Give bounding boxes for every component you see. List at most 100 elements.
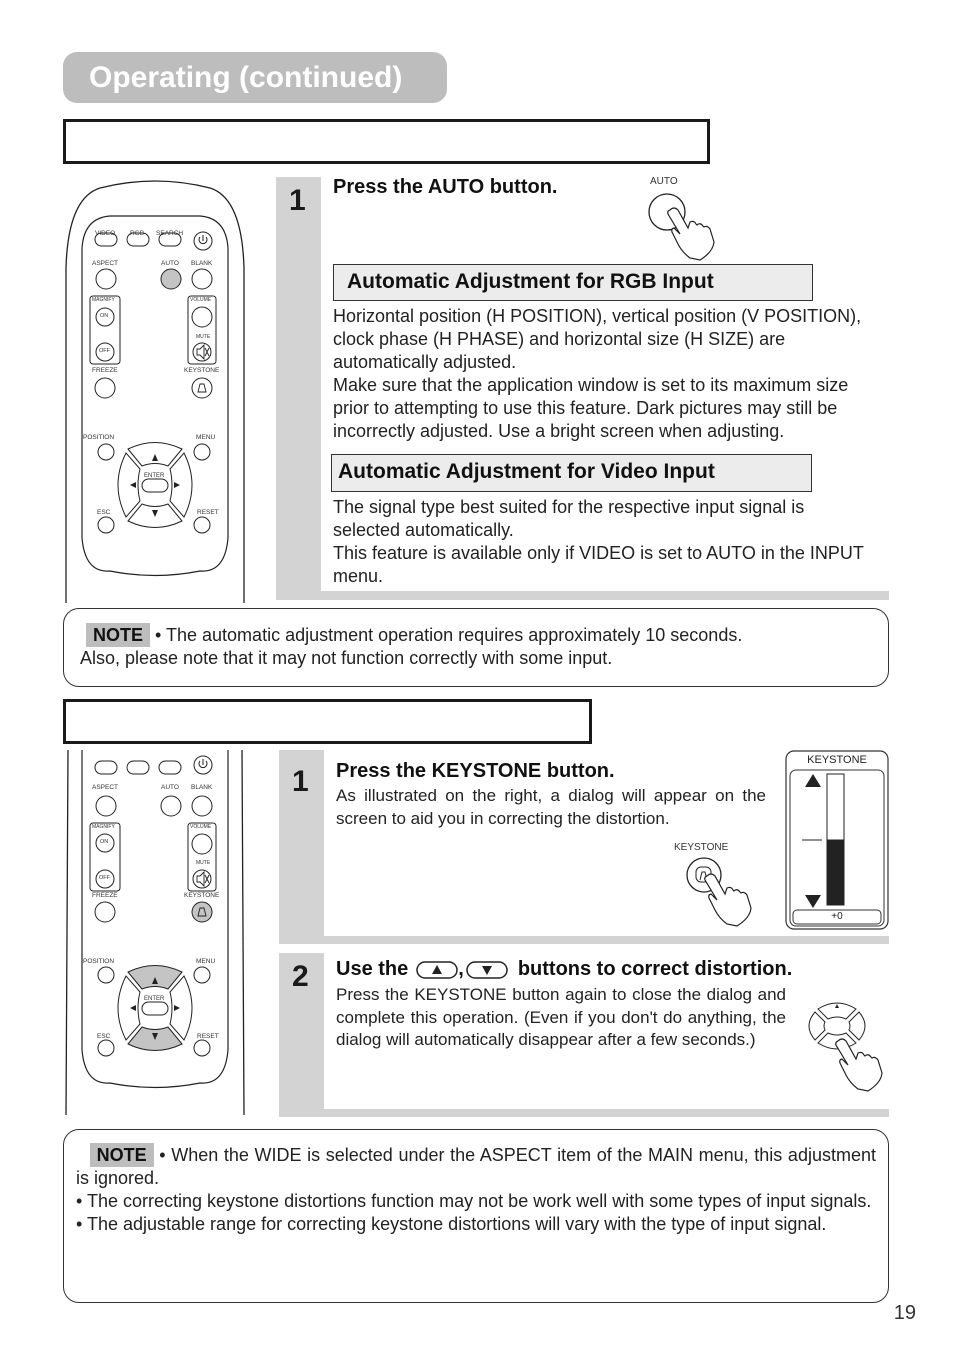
remote-body-outline xyxy=(65,750,245,1115)
label-reset: RESET xyxy=(197,509,219,516)
label-menu: MENU xyxy=(196,434,216,441)
text-line: incorrectly adjusted. Use a bright scree… xyxy=(333,421,785,441)
note-badge: NOTE xyxy=(89,1143,154,1167)
dpad-hand-illustration xyxy=(800,995,895,1093)
label-reset: RESET xyxy=(197,1033,219,1040)
label-mute: MUTE xyxy=(196,860,211,866)
keystone-button-illustration: KEYSTONE xyxy=(670,840,770,935)
label-on: ON xyxy=(100,313,109,319)
up-button-icon xyxy=(416,960,458,979)
label-esc: ESC xyxy=(97,509,111,516)
label-position: POSITION xyxy=(83,434,115,441)
rgb-adjustment-heading: Automatic Adjustment for RGB Input xyxy=(333,264,813,301)
position-button[interactable] xyxy=(97,966,115,984)
aspect-button[interactable] xyxy=(95,795,117,817)
auto-button-highlighted[interactable] xyxy=(160,268,182,290)
video-button[interactable] xyxy=(94,760,118,775)
keystone-dialog-title: KEYSTONE xyxy=(807,754,867,766)
label-menu: MENU xyxy=(196,958,216,965)
reset-button[interactable] xyxy=(193,516,211,534)
keystone-illustration-label: KEYSTONE xyxy=(674,842,729,853)
keystone-button[interactable] xyxy=(191,377,213,399)
text-line: The signal type best suited for the resp… xyxy=(333,497,805,517)
label-on: ON xyxy=(100,839,109,845)
page-title: Operating (continued) xyxy=(63,52,447,103)
volume-button[interactable] xyxy=(191,306,213,328)
menu-button[interactable] xyxy=(193,966,211,984)
remote-body-outline xyxy=(65,180,245,603)
text-line: automatically adjusted. xyxy=(333,352,517,372)
auto-illustration-label: AUTO xyxy=(650,176,678,187)
label-off: OFF xyxy=(99,875,110,881)
note-auto-text: NOTE • The automatic adjustment operatio… xyxy=(80,623,880,670)
search-button[interactable] xyxy=(158,760,182,775)
step-number: 2 xyxy=(292,960,309,993)
auto-button-illustration: AUTO xyxy=(640,172,730,262)
text-line: Horizontal position (H POSITION), vertic… xyxy=(333,306,862,326)
rgb-adjustment-text: Horizontal position (H POSITION), vertic… xyxy=(333,305,888,443)
dpad-right[interactable] xyxy=(169,452,193,518)
menu-button[interactable] xyxy=(193,443,211,461)
enter-button[interactable] xyxy=(141,478,169,493)
label-off: OFF xyxy=(99,348,110,354)
note-line: • The adjustable range for correcting ke… xyxy=(76,1214,827,1234)
mute-button[interactable] xyxy=(192,342,212,362)
keystone-dialog: KEYSTONE +0 xyxy=(785,750,889,930)
mute-button[interactable] xyxy=(192,869,212,889)
text-line: Make sure that the application window is… xyxy=(333,375,849,395)
freeze-button[interactable] xyxy=(94,377,116,399)
label-video: VIDEO xyxy=(95,230,116,237)
label-freeze: FREEZE xyxy=(92,892,118,899)
blank-button[interactable] xyxy=(191,268,213,290)
dpad-right[interactable] xyxy=(169,975,193,1041)
label-blank: BLANK xyxy=(191,784,213,791)
section-heading-box-keystone xyxy=(63,699,592,744)
step-heading: Press the KEYSTONE button. xyxy=(336,760,615,782)
keystone-step1-text: As illustrated on the right, a dialog wi… xyxy=(336,786,766,828)
dpad-left[interactable] xyxy=(117,452,141,518)
text-line: selected automatically. xyxy=(333,520,514,540)
note-keystone-text: NOTE • When the WIDE is selected under t… xyxy=(76,1143,876,1236)
label-esc: ESC xyxy=(97,1033,111,1040)
heading-text: Use the xyxy=(336,958,409,980)
keystone-button-highlighted[interactable] xyxy=(191,901,213,923)
volume-button[interactable] xyxy=(191,833,213,855)
note-line: • The automatic adjustment operation req… xyxy=(155,625,743,645)
auto-button[interactable] xyxy=(160,795,182,817)
aspect-button[interactable] xyxy=(95,268,117,290)
label-aspect: ASPECT xyxy=(92,784,119,791)
esc-button[interactable] xyxy=(97,1039,115,1057)
label-enter: ENTER xyxy=(144,996,165,1002)
heading-text: , xyxy=(458,958,464,980)
label-auto: AUTO xyxy=(161,260,179,267)
position-button[interactable] xyxy=(97,443,115,461)
remote-control-auto: VIDEO RGB SEARCH ASPECT AUTO BLANK MAGNI… xyxy=(60,178,250,603)
enter-button[interactable] xyxy=(141,1001,169,1016)
blank-button[interactable] xyxy=(191,795,213,817)
freeze-button[interactable] xyxy=(94,901,116,923)
rgb-button[interactable] xyxy=(126,760,150,775)
heading-text: buttons to correct distortion. xyxy=(517,958,793,980)
label-magnify: MAGNIFY xyxy=(92,297,115,303)
video-adjustment-text: The signal type best suited for the resp… xyxy=(333,496,888,588)
text-line: clock phase (H PHASE) and horizontal siz… xyxy=(333,329,786,349)
label-volume: VOLUME xyxy=(190,824,212,830)
keystone-level-fill xyxy=(827,839,844,905)
label-magnify: MAGNIFY xyxy=(92,824,115,830)
label-blank: BLANK xyxy=(191,260,213,267)
reset-button[interactable] xyxy=(193,1039,211,1057)
note-line: Also, please note that it may not functi… xyxy=(80,648,613,668)
label-freeze: FREEZE xyxy=(92,367,118,374)
label-auto: AUTO xyxy=(161,784,179,791)
dpad-left[interactable] xyxy=(117,975,141,1041)
label-search: SEARCH xyxy=(156,230,184,237)
esc-button[interactable] xyxy=(97,516,115,534)
note-line: • The correcting keystone distortions fu… xyxy=(76,1191,872,1211)
label-keystone: KEYSTONE xyxy=(184,892,220,899)
hand-pressing-dpad-icon xyxy=(808,1002,883,1092)
label-volume: VOLUME xyxy=(190,297,212,303)
hand-pressing-icon xyxy=(686,857,752,927)
down-button-icon xyxy=(466,960,508,979)
step-number: 1 xyxy=(289,184,306,217)
label-rgb: RGB xyxy=(130,230,145,237)
